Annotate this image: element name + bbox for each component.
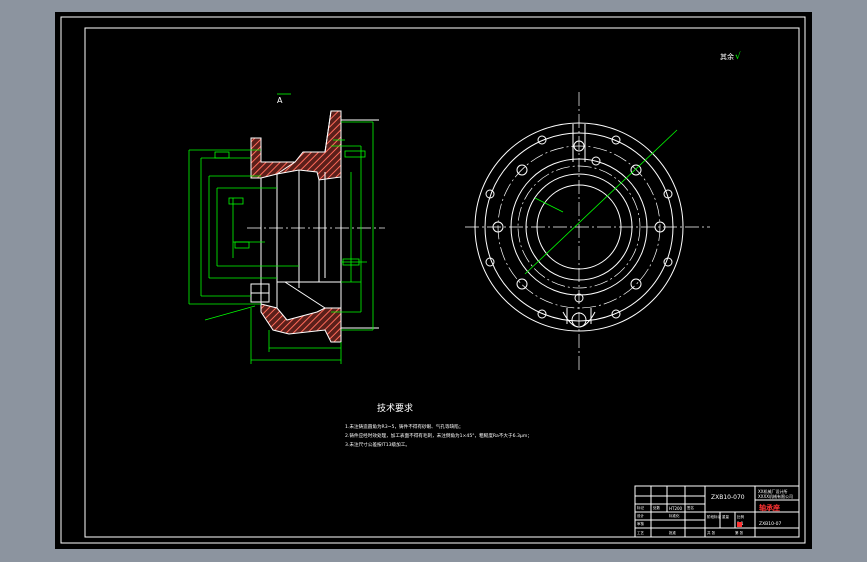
bore-leader [534, 197, 564, 213]
diameter-leader [524, 129, 678, 275]
section-mark: A [277, 96, 283, 105]
material: HT200 [669, 506, 683, 511]
tb-label: 共 张 [707, 530, 716, 535]
lower-wall-hatch [260, 303, 342, 343]
part-name: 轴承座 [759, 503, 780, 512]
outer-hole [663, 257, 673, 267]
tech-req-item: 2.铸件应经时效处理，加工表面不得有毛刺，未注倒角为1×45°，粗糙度Ra不大于… [345, 432, 532, 439]
section-view[interactable] [188, 93, 385, 364]
tech-req-item: 3.未注尺寸公差按IT13级加工。 [345, 441, 410, 448]
tol-box-1 [214, 151, 230, 159]
outer-hole [537, 135, 547, 145]
sheet-number: ZXB10-07 [759, 521, 781, 527]
tb-label: 签名 [687, 505, 694, 510]
tb-label: 批准 [669, 530, 677, 535]
tb-label: 重量 [722, 514, 730, 519]
title-block-marker [737, 522, 742, 527]
inner-border [84, 27, 800, 538]
cone-line [284, 281, 326, 309]
outer-hole [485, 257, 495, 267]
tech-requirements: 技术要求 1.未注铸造圆角为R3~5，铸件不得有砂眼、气孔等缺陷； 2.铸件应经… [345, 402, 532, 448]
tb-label: 设计 [637, 513, 645, 518]
outer-hole [611, 309, 621, 319]
leader-bolt [204, 305, 256, 321]
tol-box-3 [234, 241, 250, 249]
bolt-hole [516, 278, 528, 290]
tb-label: 处数 [653, 505, 661, 510]
tb-label: 阶段标记 [707, 514, 721, 519]
tech-req-item: 1.未注铸造圆角为R3~5，铸件不得有砂眼、气孔等缺陷； [345, 423, 463, 430]
upper-wall-hatch [250, 110, 342, 181]
front-view[interactable] [465, 92, 710, 372]
tb-label: 审核 [637, 521, 645, 526]
drawing-number: ZXB10-070 [711, 494, 745, 501]
tb-label: 工艺 [637, 530, 645, 535]
tb-label: 比例 [737, 514, 745, 519]
outer-hole [611, 135, 621, 145]
bolt-hole [630, 164, 642, 176]
tb-label: 标记 [637, 505, 645, 510]
tol-box-2 [228, 197, 244, 205]
bolt-hole [630, 278, 642, 290]
roughness-note: 其余 [720, 52, 734, 61]
tb-label: 第 张 [735, 530, 744, 535]
outer-border [60, 16, 806, 544]
title-block[interactable]: ZXB10-070 XX机械厂设计所 XXXX机械有限公司 轴承座 ZXB10-… [634, 485, 800, 538]
roughness-symbol: √ [735, 51, 741, 62]
drawing-svg: A 其余 √ 技术要求 1.未注铸造圆角为R3~5，铸件不得有砂眼、气孔等缺陷；… [60, 16, 806, 544]
bolt-hole [516, 164, 528, 176]
tech-req-title: 技术要求 [377, 402, 413, 414]
cad-viewport: A 其余 √ 技术要求 1.未注铸造圆角为R3~5，铸件不得有砂眼、气孔等缺陷；… [0, 0, 867, 562]
outer-hole [537, 309, 547, 319]
tb-label: 标准化 [669, 513, 680, 518]
company-line-2: XXXX机械有限公司 [758, 493, 793, 499]
tol-box-5 [344, 150, 366, 158]
drawing-canvas[interactable]: A 其余 √ 技术要求 1.未注铸造圆角为R3~5，铸件不得有砂眼、气孔等缺陷；… [55, 12, 812, 549]
